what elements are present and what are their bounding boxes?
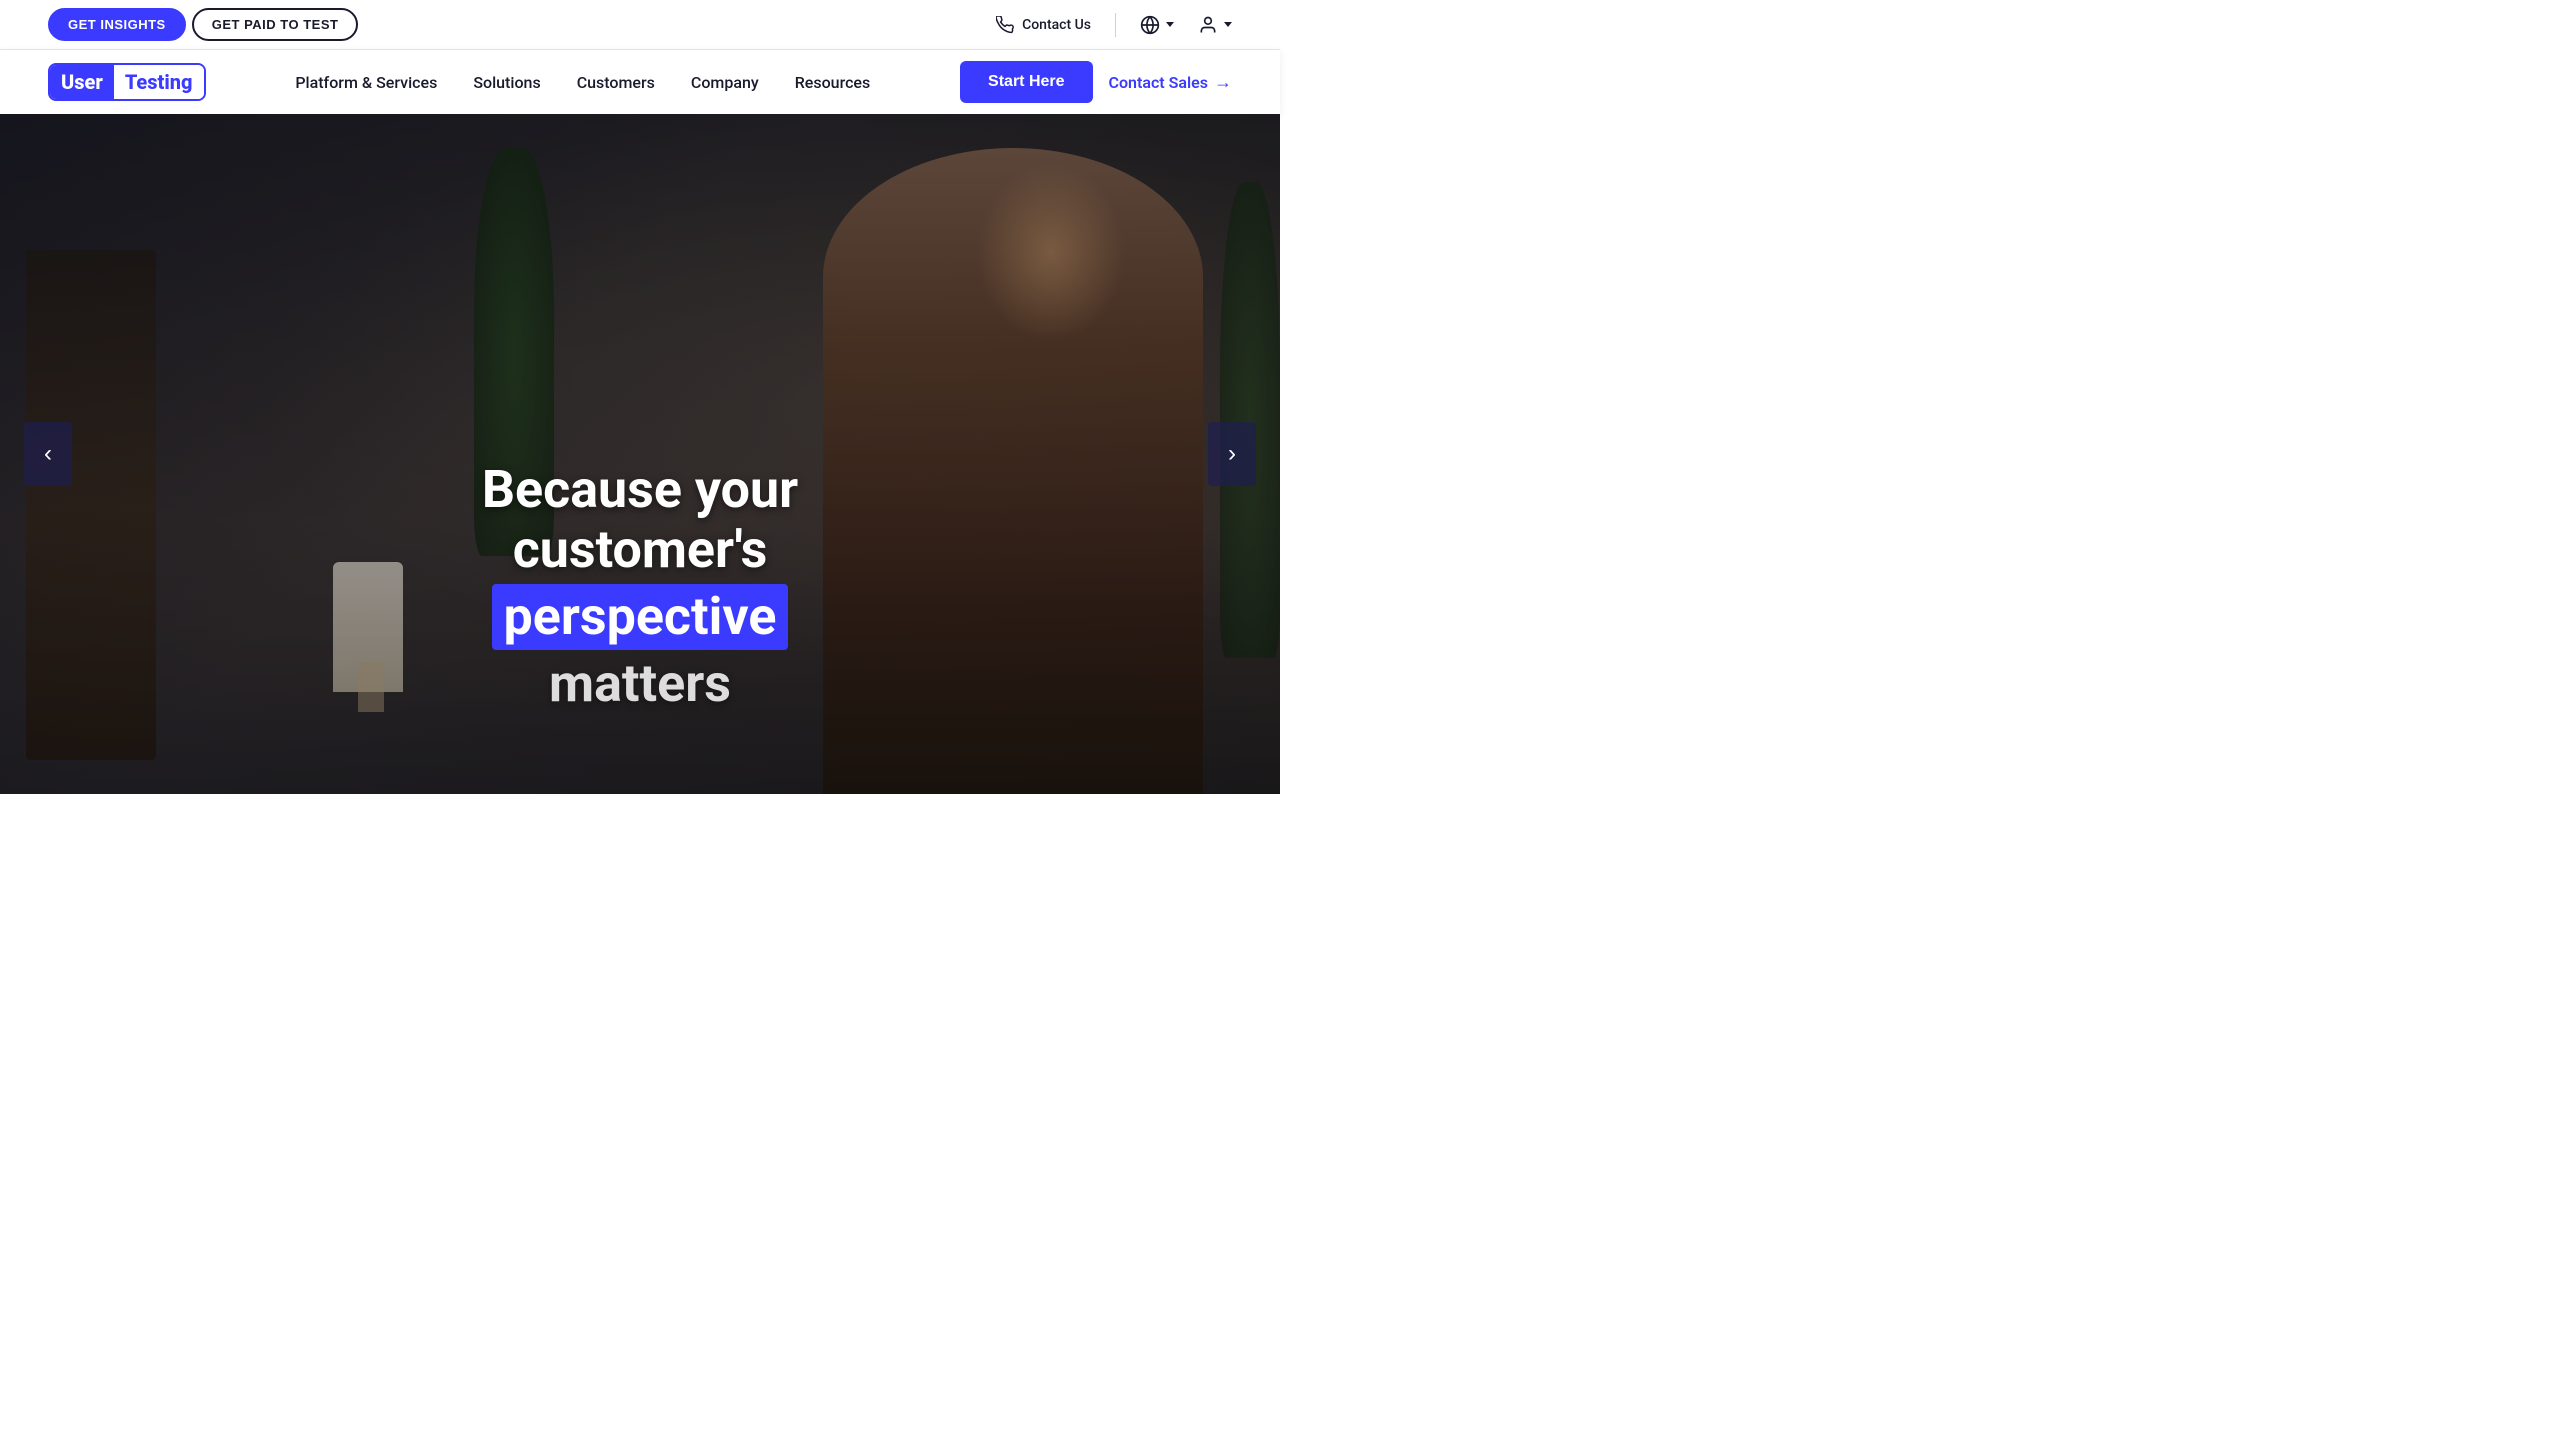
nav-link-company[interactable]: Company xyxy=(691,73,759,92)
user-icon xyxy=(1198,15,1218,35)
nav-link-solutions[interactable]: Solutions xyxy=(473,73,540,92)
nav-item-customers: Customers xyxy=(577,73,655,92)
nav-item-company: Company xyxy=(691,73,759,92)
start-here-button[interactable]: Start Here xyxy=(960,61,1092,103)
person-face xyxy=(976,162,1126,342)
prev-arrow-icon: ‹ xyxy=(44,440,52,468)
get-insights-button[interactable]: GET INSIGHTS xyxy=(48,8,186,41)
carousel-prev-button[interactable]: ‹ xyxy=(24,422,72,486)
nav-link-platform[interactable]: Platform & Services xyxy=(295,73,437,92)
logo-user-text: User xyxy=(50,65,114,99)
logo-testing-text: Testing xyxy=(114,65,204,99)
main-navigation: User Testing Platform & Services Solutio… xyxy=(0,50,1280,114)
user-account-button[interactable] xyxy=(1198,15,1232,35)
nav-link-resources[interactable]: Resources xyxy=(795,73,871,92)
hero-line4: matters xyxy=(290,654,990,714)
next-arrow-icon: › xyxy=(1228,440,1236,468)
contact-sales-label: Contact Sales xyxy=(1109,73,1208,92)
nav-right: Start Here Contact Sales → xyxy=(960,61,1232,103)
hero-highlight: perspective xyxy=(492,584,789,650)
contact-sales-link[interactable]: Contact Sales → xyxy=(1109,72,1232,93)
get-paid-button[interactable]: GET PAID TO TEST xyxy=(192,8,359,41)
top-bar-divider xyxy=(1115,13,1116,37)
nav-item-resources: Resources xyxy=(795,73,871,92)
top-bar-left: GET INSIGHTS GET PAID TO TEST xyxy=(48,8,358,41)
arrow-right-icon: → xyxy=(1214,72,1232,93)
hero-line1: Because your xyxy=(290,460,990,520)
hero-content: Because your customer's perspective matt… xyxy=(290,460,990,714)
phone-icon xyxy=(996,16,1014,34)
top-bar-right: Contact Us xyxy=(996,13,1232,37)
hero-line2: customer's xyxy=(290,520,990,580)
carousel-next-button[interactable]: › xyxy=(1208,422,1256,486)
logo: User Testing xyxy=(48,63,206,101)
nav-item-platform: Platform & Services xyxy=(295,73,437,92)
nav-link-customers[interactable]: Customers xyxy=(577,73,655,92)
logo-container: User Testing xyxy=(48,63,206,101)
globe-icon xyxy=(1140,15,1160,35)
nav-item-solutions: Solutions xyxy=(473,73,540,92)
logo-link[interactable]: User Testing xyxy=(48,63,206,101)
top-utility-bar: GET INSIGHTS GET PAID TO TEST Contact Us xyxy=(0,0,1280,50)
hero-section: Because your customer's perspective matt… xyxy=(0,114,1280,794)
language-chevron-icon xyxy=(1166,22,1174,27)
language-selector[interactable] xyxy=(1140,15,1174,35)
shelf-decoration xyxy=(26,250,156,760)
right-plant xyxy=(1220,182,1280,658)
nav-links: Platform & Services Solutions Customers … xyxy=(295,73,870,92)
user-chevron-icon xyxy=(1224,22,1232,27)
contact-us-link[interactable]: Contact Us xyxy=(996,16,1091,34)
contact-us-label: Contact Us xyxy=(1022,17,1091,33)
